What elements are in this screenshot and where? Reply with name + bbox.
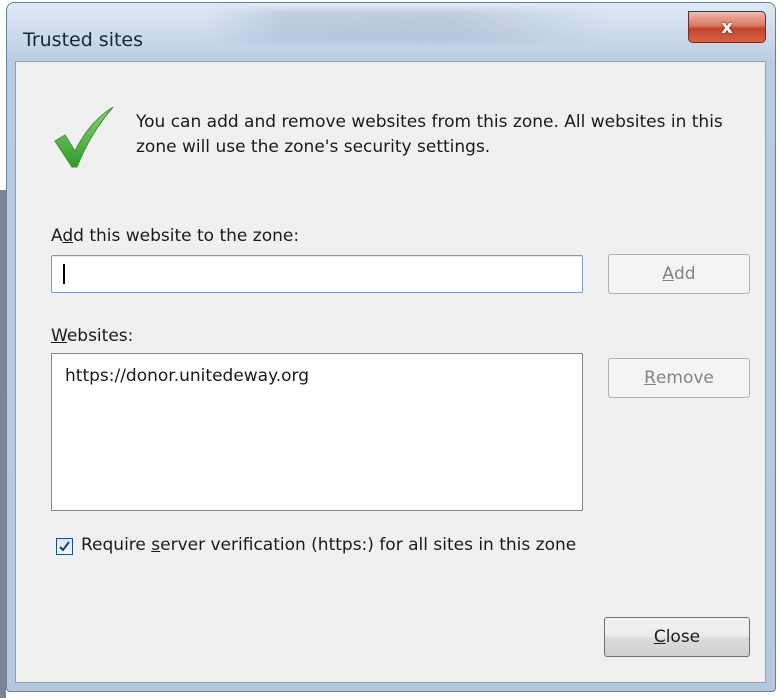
remove-button[interactable]: Remove: [608, 358, 750, 398]
window-title: Trusted sites: [23, 29, 144, 51]
websites-label-mnemonic: W: [51, 326, 67, 346]
require-https-label[interactable]: Require server verification (https:) for…: [81, 535, 576, 555]
zone-info-text: You can add and remove websites from thi…: [136, 112, 723, 157]
remove-button-label: emove: [655, 368, 714, 388]
websites-list[interactable]: https://donor.unitedeway.org: [51, 353, 583, 511]
add-website-label-mnemonic: d: [62, 226, 74, 246]
website-url-input[interactable]: [51, 255, 583, 293]
require-https-label-prefix: Require: [81, 535, 152, 555]
list-item[interactable]: https://donor.unitedeway.org: [65, 366, 309, 386]
add-website-label: Add this website to the zone:: [51, 226, 299, 246]
add-button-label: dd: [674, 264, 696, 284]
close-button[interactable]: Close: [604, 617, 750, 657]
close-button-mnemonic: C: [653, 627, 666, 647]
add-button[interactable]: Add: [608, 254, 750, 294]
remove-button-mnemonic: R: [644, 368, 656, 388]
add-website-label-rest: d this website to the zone:: [73, 226, 300, 246]
checkmark-icon: [59, 541, 70, 552]
close-button-label: lose: [665, 627, 701, 647]
close-icon: x: [721, 16, 733, 38]
dialog-client-area: You can add and remove websites from thi…: [15, 61, 766, 683]
require-https-label-mnemonic: s: [151, 535, 161, 555]
add-website-label-prefix: A: [51, 226, 63, 246]
require-https-checkbox[interactable]: [56, 538, 73, 555]
window-close-button[interactable]: x: [688, 11, 766, 43]
websites-label-rest: ebsites:: [66, 326, 134, 346]
text-caret: [63, 264, 65, 284]
titlebar-glass: [207, 9, 607, 43]
add-button-mnemonic: A: [662, 264, 675, 284]
websites-label: Websites:: [51, 326, 133, 346]
require-https-label-rest: erver verification (https:) for all site…: [160, 535, 577, 555]
green-checkmark-icon: [54, 106, 114, 168]
